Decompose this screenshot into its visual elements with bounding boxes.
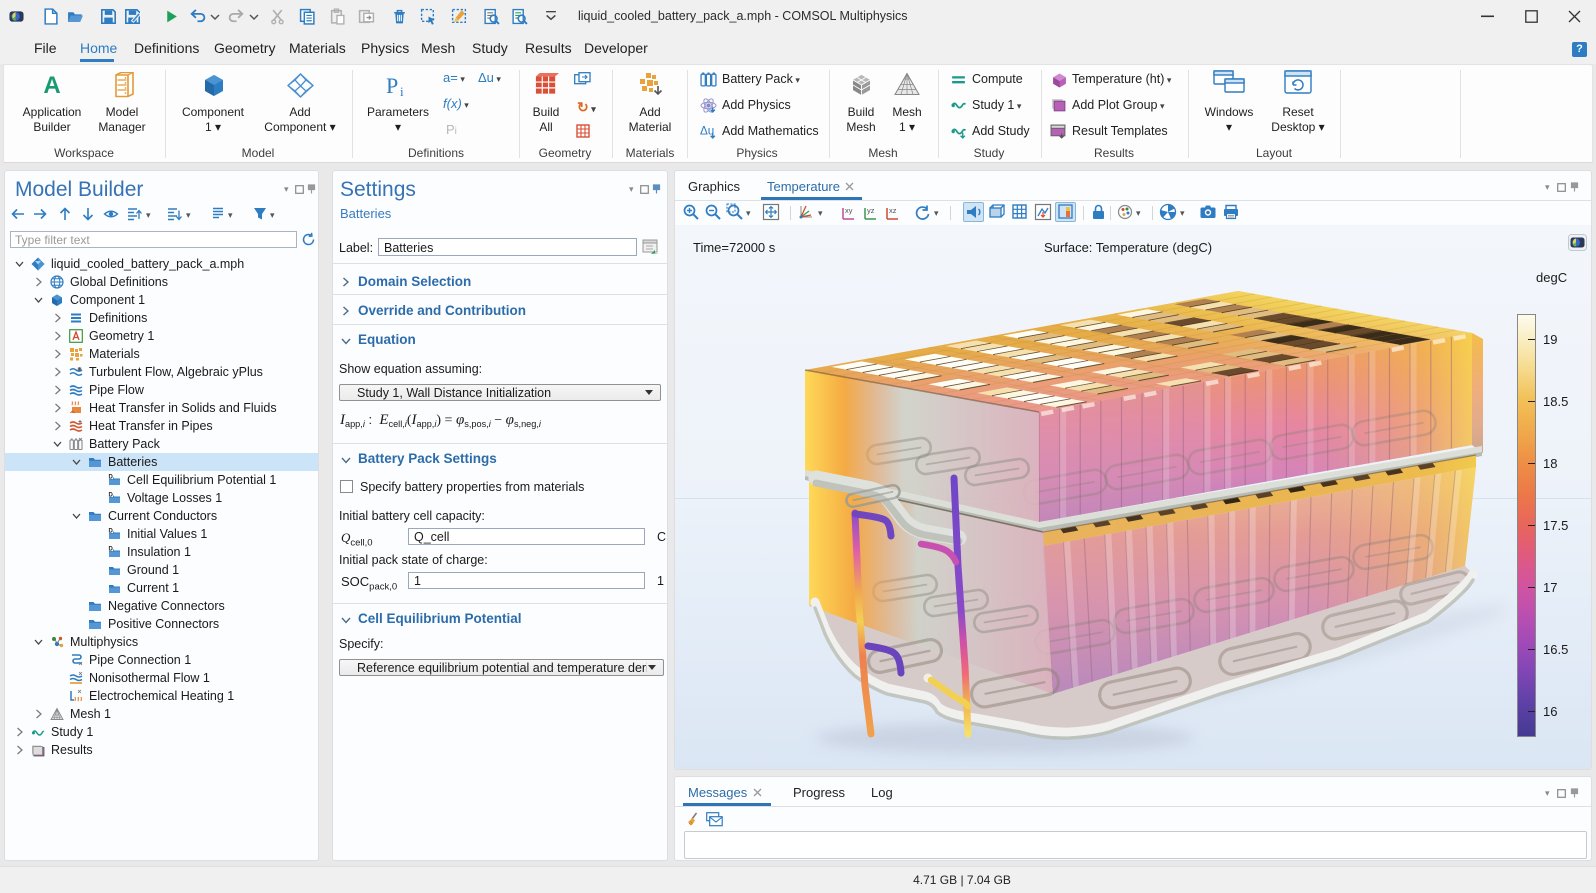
svg-text:xy: xy [845, 206, 853, 215]
svg-text:xz: xz [889, 206, 897, 215]
svg-text:yz: yz [867, 206, 875, 215]
svg-text:D: D [109, 547, 114, 553]
svg-text:i: i [400, 84, 404, 98]
svg-text:D: D [109, 493, 114, 499]
svg-text:P: P [386, 74, 398, 98]
svg-text:D: D [109, 529, 114, 535]
svg-text:D: D [109, 475, 114, 481]
svg-text:A: A [43, 72, 60, 98]
